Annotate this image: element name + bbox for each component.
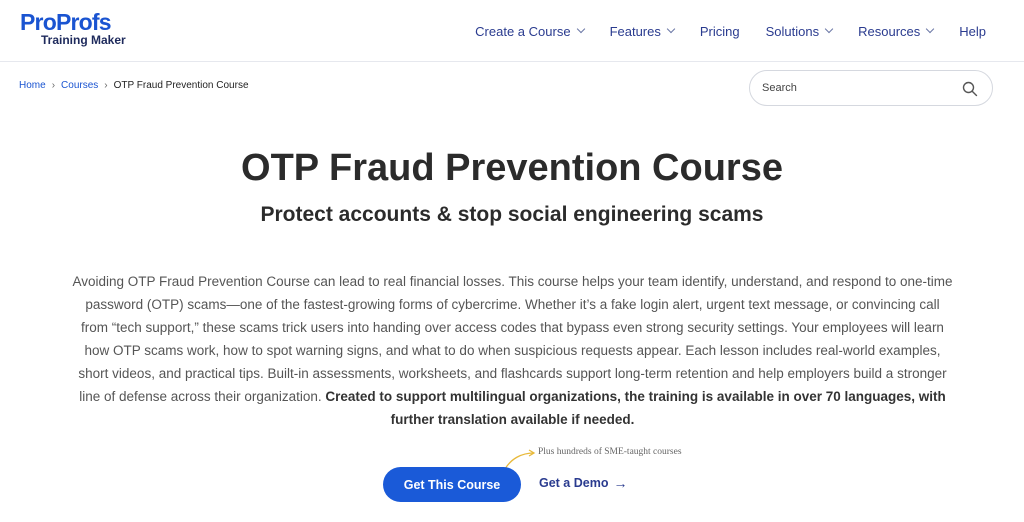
courses-note: Plus hundreds of SME-taught courses: [538, 447, 682, 457]
main-nav: Create a Course Features Pricing Solutio…: [449, 0, 986, 62]
chevron-down-icon: [926, 24, 935, 34]
search-box: [749, 70, 993, 106]
get-a-demo-link[interactable]: Get a Demo →: [539, 475, 627, 491]
search-icon[interactable]: [962, 81, 978, 97]
nav-label: Features: [609, 23, 661, 39]
page-subtitle: Protect accounts & stop social engineeri…: [260, 203, 764, 226]
nav-label: Create a Course: [475, 23, 571, 39]
chevron-down-icon: [576, 24, 585, 34]
logo-tagline: Training Maker: [41, 33, 126, 47]
arrow-right-icon: →: [613, 475, 628, 491]
breadcrumb-current: OTP Fraud Prevention Course: [113, 80, 249, 91]
get-this-course-button[interactable]: Get This Course: [383, 467, 521, 502]
description-highlight: Created to support multilingual organiza…: [325, 389, 946, 427]
nav-features[interactable]: Features: [609, 23, 676, 39]
breadcrumb: Home › Courses › OTP Fraud Prevention Co…: [19, 80, 249, 91]
nav-solutions[interactable]: Solutions: [765, 23, 834, 39]
breadcrumb-courses-link[interactable]: Courses: [61, 80, 98, 91]
nav-label: Help: [959, 23, 986, 39]
search-input[interactable]: [762, 82, 952, 94]
breadcrumb-home-link[interactable]: Home: [19, 80, 46, 91]
nav-label: Solutions: [765, 23, 820, 39]
nav-label: Resources: [858, 23, 921, 39]
proprofs-logo[interactable]: ProProfs Training Maker: [20, 9, 130, 49]
breadcrumb-separator: ›: [104, 80, 108, 91]
chevron-down-icon: [666, 24, 676, 34]
nav-label: Pricing: [699, 23, 740, 39]
logo-wordmark: ProProfs: [20, 9, 112, 35]
get-a-demo-label: Get a Demo: [539, 476, 609, 490]
page-title: OTP Fraud Prevention Course: [241, 147, 783, 189]
site-header: ProProfs Training Maker Create a Course …: [0, 0, 1024, 62]
nav-resources[interactable]: Resources: [858, 23, 935, 39]
nav-help[interactable]: Help: [959, 24, 986, 39]
description-text: Avoiding OTP Fraud Prevention Course can…: [72, 274, 953, 404]
nav-create-a-course[interactable]: Create a Course: [475, 23, 585, 39]
chevron-down-icon: [824, 24, 834, 34]
nav-pricing[interactable]: Pricing: [700, 24, 740, 39]
course-description: Avoiding OTP Fraud Prevention Course can…: [70, 270, 955, 431]
breadcrumb-separator: ›: [51, 80, 56, 91]
